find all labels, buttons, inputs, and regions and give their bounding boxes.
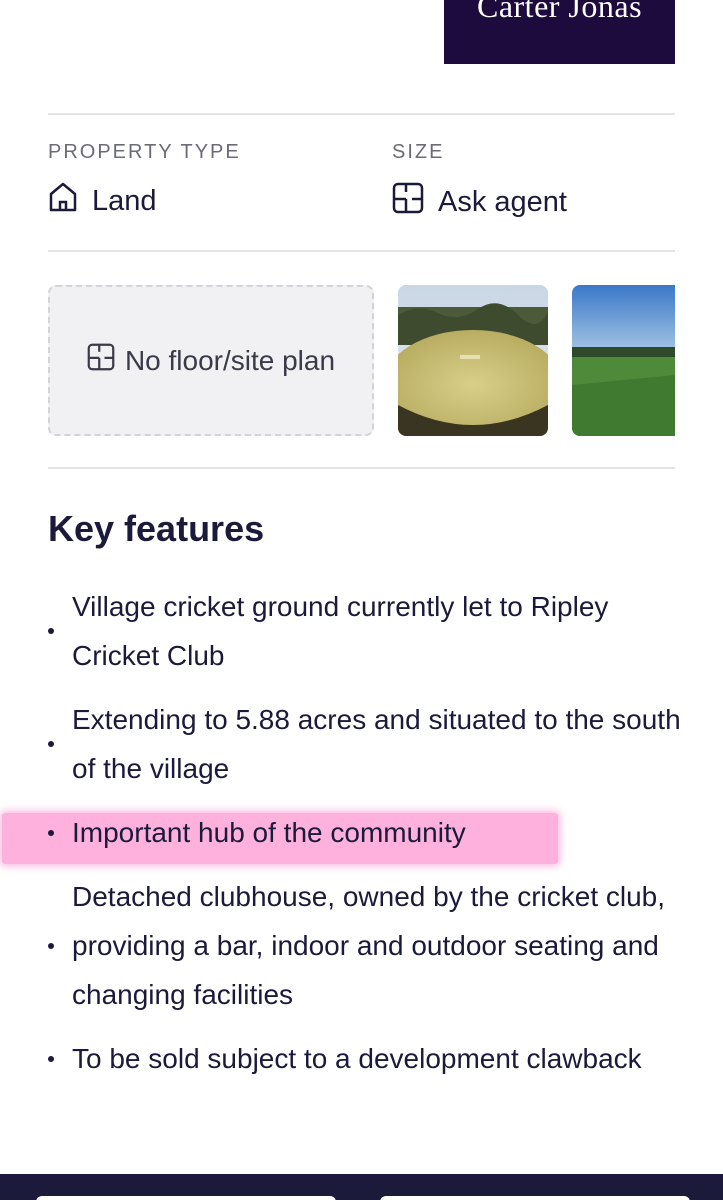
- bullet: [48, 1054, 72, 1064]
- property-type-value: Land: [92, 184, 157, 217]
- list-item: Detached clubhouse, owned by the cricket…: [48, 872, 688, 1019]
- bullet: [48, 941, 72, 951]
- key-features-list: Village cricket ground currently let to …: [48, 582, 688, 1098]
- size-value: Ask agent: [438, 185, 567, 218]
- floorplan-icon: [392, 182, 424, 222]
- property-listing-page: Carter Jonas PROPERTY TYPE Land SIZE Ask…: [0, 0, 723, 1200]
- size-label: SIZE: [392, 141, 445, 163]
- list-item: To be sold subject to a development claw…: [48, 1034, 688, 1083]
- list-item: Village cricket ground currently let to …: [48, 582, 688, 680]
- property-photo-thumbnail[interactable]: [398, 285, 548, 436]
- request-details-button[interactable]: [380, 1196, 690, 1200]
- divider: [48, 467, 675, 469]
- agent-logo[interactable]: Carter Jonas: [444, 0, 675, 64]
- no-floorplan-text: No floor/site plan: [124, 344, 336, 376]
- contact-button[interactable]: [36, 1196, 336, 1200]
- bullet: [48, 626, 72, 636]
- house-icon: [48, 182, 78, 220]
- divider: [48, 250, 675, 252]
- list-item: Important hub of the community: [48, 808, 688, 857]
- agent-logo-text: Carter Jonas: [476, 0, 643, 24]
- floorplan-icon: [87, 343, 115, 378]
- divider: [48, 113, 675, 115]
- bullet: [48, 828, 72, 838]
- sticky-action-bar: [0, 1174, 723, 1200]
- key-features-heading: Key features: [48, 508, 265, 549]
- list-item: Extending to 5.88 acres and situated to …: [48, 695, 688, 793]
- size-block: SIZE Ask agent: [392, 141, 567, 222]
- bullet: [48, 739, 72, 749]
- floorplan-placeholder[interactable]: No floor/site plan: [48, 285, 374, 436]
- property-photo-thumbnail[interactable]: [572, 285, 675, 436]
- property-type-block: PROPERTY TYPE Land: [48, 141, 241, 220]
- property-type-label: PROPERTY TYPE: [48, 141, 241, 163]
